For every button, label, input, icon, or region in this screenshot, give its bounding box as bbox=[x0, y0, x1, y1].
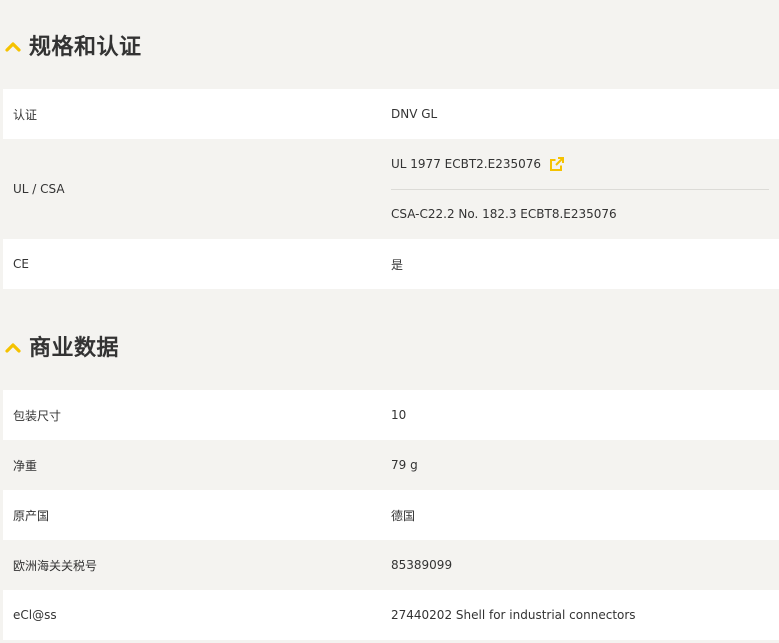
value-text: DNV GL bbox=[391, 107, 438, 121]
table-row: 净重 79 g bbox=[3, 440, 779, 490]
row-label: 包装尺寸 bbox=[13, 408, 62, 423]
table-row: UL / CSA UL 1977 ECBT2.E235076 CSA-C22.2… bbox=[3, 139, 779, 239]
table-row: 认证 DNV GL bbox=[3, 89, 779, 139]
row-value: UL 1977 ECBT2.E235076 CSA-C22.2 No. 182.… bbox=[391, 139, 779, 239]
row-label: 认证 bbox=[13, 107, 38, 122]
table-row: eCl@ss 27440202 Shell for industrial con… bbox=[3, 590, 779, 640]
sub-value: UL 1977 ECBT2.E235076 bbox=[391, 139, 769, 190]
table-row: 欧洲海关关税号 85389099 bbox=[3, 540, 779, 590]
section-title: 商业数据 bbox=[29, 335, 120, 361]
table-row: 包装尺寸 10 bbox=[3, 390, 779, 440]
value-text: CSA-C22.2 No. 182.3 ECBT8.E235076 bbox=[391, 207, 617, 222]
chevron-up-icon[interactable] bbox=[4, 338, 22, 356]
section-title: 规格和认证 bbox=[29, 34, 142, 60]
row-value: 是 bbox=[391, 239, 779, 289]
certifications-table: 认证 DNV GL UL / CSA UL 1977 ECBT2.E235076 bbox=[3, 89, 779, 289]
row-label: UL / CSA bbox=[13, 182, 65, 196]
row-value: 79 g bbox=[391, 458, 418, 472]
certifications-section: 规格和认证 认证 DNV GL UL / CSA UL 1977 ECBT2.E… bbox=[0, 0, 779, 289]
row-value: 10 bbox=[391, 408, 407, 422]
row-label: 欧洲海关关税号 bbox=[13, 558, 98, 573]
row-value: DNV GL bbox=[391, 89, 779, 139]
external-link-icon[interactable] bbox=[549, 156, 565, 172]
table-row: 原产国 德国 bbox=[3, 490, 779, 540]
commercial-section: 商业数据 包装尺寸 10 净重 79 g 原产国 德国 欧洲海关关税号 8538… bbox=[0, 301, 779, 640]
commercial-table: 包装尺寸 10 净重 79 g 原产国 德国 欧洲海关关税号 85389099 … bbox=[3, 390, 779, 640]
table-row: CE 是 bbox=[3, 239, 779, 289]
row-label: eCl@ss bbox=[13, 608, 57, 622]
sub-value: CSA-C22.2 No. 182.3 ECBT8.E235076 bbox=[391, 190, 769, 240]
chevron-up-icon[interactable] bbox=[4, 37, 22, 55]
row-label: CE bbox=[13, 257, 29, 271]
row-value: 85389099 bbox=[391, 558, 453, 572]
commercial-header[interactable]: 商业数据 bbox=[0, 301, 779, 390]
row-label: 净重 bbox=[13, 458, 38, 473]
value-text: UL 1977 ECBT2.E235076 bbox=[391, 156, 541, 171]
certifications-header[interactable]: 规格和认证 bbox=[0, 0, 779, 89]
row-value: 27440202 Shell for industrial connectors bbox=[391, 608, 636, 622]
row-label: 原产国 bbox=[13, 508, 50, 523]
value-text: 是 bbox=[391, 257, 404, 272]
row-value: 德国 bbox=[391, 508, 416, 523]
